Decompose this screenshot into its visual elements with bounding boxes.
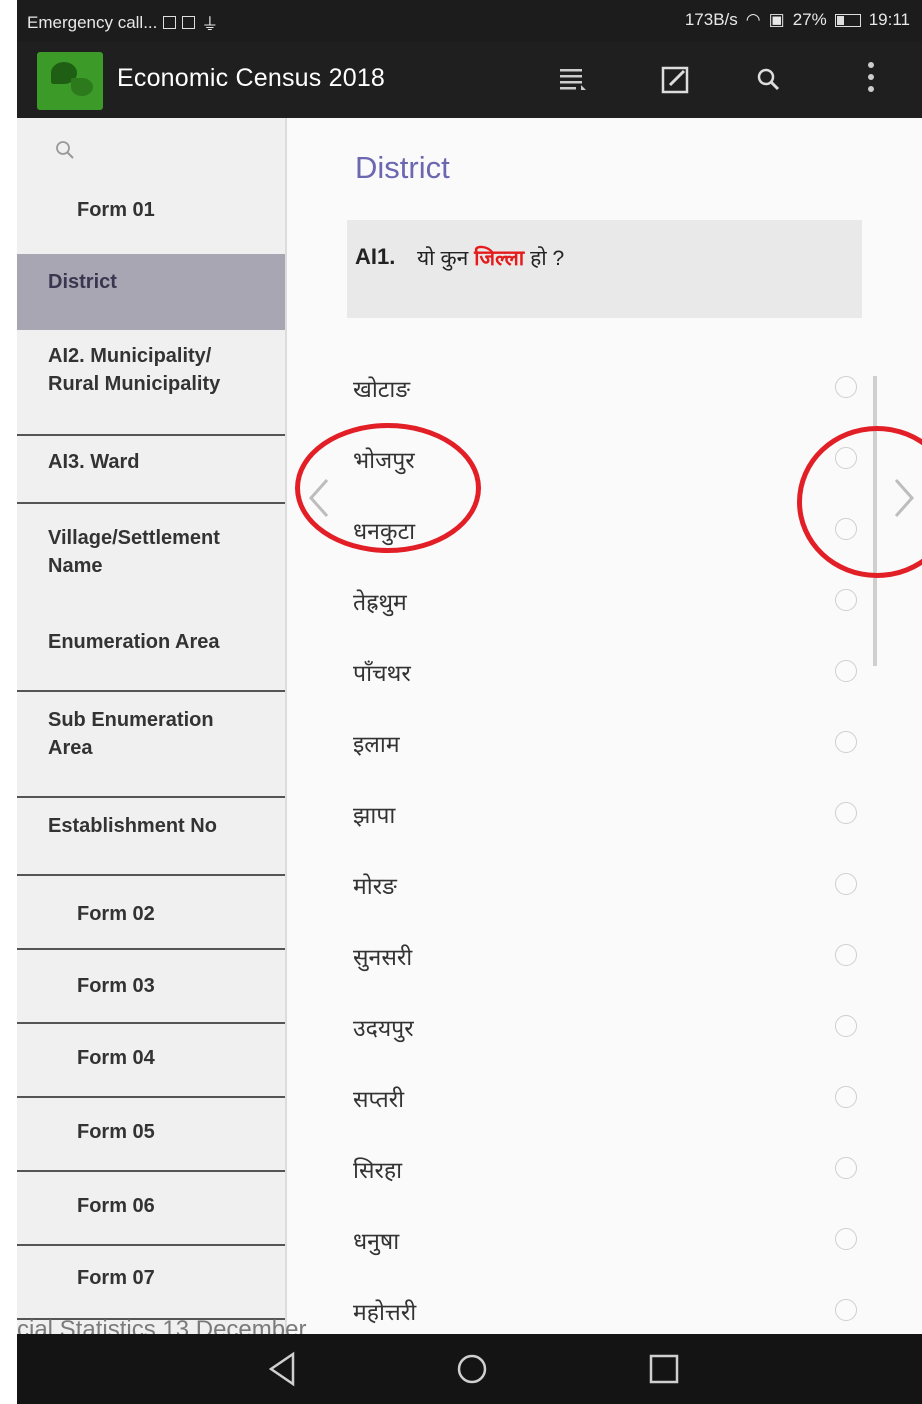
overflow-menu-icon[interactable] (865, 62, 877, 102)
app-title: Economic Census 2018 (117, 64, 386, 92)
notification-text: Emergency call... (27, 12, 158, 32)
sidebar-item-district[interactable]: District (17, 254, 285, 330)
district-option-radio[interactable] (835, 376, 857, 398)
status-bar: Emergency call... ⏚ 173B/s ◠ ▣ 27% 19:11 (17, 0, 922, 42)
question-text-before: यो कुन (417, 247, 475, 270)
clock: 19:11 (868, 10, 910, 29)
recents-icon[interactable] (639, 1344, 689, 1394)
search-icon[interactable] (53, 138, 77, 162)
battery-percent: 27% (792, 10, 827, 29)
question-text-after: हो ? (524, 247, 565, 270)
district-option-radio[interactable] (835, 1157, 857, 1179)
sidebar-item-form-06[interactable]: Form 06 (17, 1172, 285, 1246)
highlight-circle-right (797, 426, 922, 578)
district-option-label[interactable]: पाँचथर (353, 656, 411, 688)
district-option-label[interactable]: उदयपुर (353, 1011, 414, 1043)
highlight-circle-left (295, 423, 481, 553)
home-icon[interactable] (447, 1344, 497, 1394)
sidebar-item-label: Form 02 (77, 903, 155, 925)
district-option-label[interactable]: खोटाङ (353, 372, 410, 404)
district-option-label[interactable]: सुनसरी (353, 940, 412, 972)
district-option-label[interactable]: तेह्रथुम (353, 585, 407, 617)
sidebar-item-form-05[interactable]: Form 05 (17, 1098, 285, 1172)
network-speed: 173B/s (684, 10, 738, 29)
edit-icon[interactable] (657, 62, 693, 98)
status-right: 173B/s ◠ ▣ 27% 19:11 (685, 10, 910, 30)
sidebar-item-label: Sub Enumeration Area (48, 709, 214, 759)
district-option-radio[interactable] (835, 1299, 857, 1321)
sidebar-item-label: AI3. Ward (48, 451, 140, 473)
question-box: AI1. यो कुन जिल्ला हो ? (347, 220, 862, 318)
sidebar-item-enumeration-area[interactable]: Enumeration Area (17, 608, 285, 692)
district-option-radio[interactable] (835, 731, 857, 753)
image-icon (182, 16, 196, 29)
district-option-label[interactable]: सप्तरी (353, 1082, 404, 1114)
sidebar-item-label: AI2. Municipality/ Rural Municipality (48, 345, 221, 395)
sidebar-item-label: Form 04 (77, 1047, 155, 1069)
sidebar-item-form-03[interactable]: Form 03 (17, 950, 285, 1024)
district-option-radio[interactable] (835, 1015, 857, 1037)
wifi-icon: ◠ (745, 10, 761, 29)
main-content: District AI1. यो कुन जिल्ला हो ? खोटाङ भो… (287, 118, 922, 1334)
district-option-radio[interactable] (835, 1086, 857, 1108)
question-text: यो कुन जिल्ला हो ? (417, 244, 564, 272)
sidebar-item-municipality[interactable]: AI2. Municipality/ Rural Municipality (17, 330, 285, 436)
district-option-radio[interactable] (835, 944, 857, 966)
district-option-label[interactable]: मोरङ (353, 869, 397, 901)
district-option-radio[interactable] (835, 873, 857, 895)
notification-icon (163, 16, 177, 29)
sidebar-item-label: Form 05 (77, 1121, 155, 1143)
sim-icon: ▣ (768, 10, 785, 29)
district-option-label[interactable]: झापा (353, 798, 395, 830)
sidebar: Form 01 District AI2. Municipality/ Rura… (17, 118, 287, 1334)
status-left: Emergency call... ⏚ (27, 10, 218, 35)
logo-icon (37, 52, 103, 110)
usb-icon: ⏚ (201, 15, 219, 34)
sidebar-item-form-07[interactable]: Form 07 (17, 1246, 285, 1320)
sidebar-item-ward[interactable]: AI3. Ward (17, 436, 285, 504)
sidebar-item-form-01[interactable]: Form 01 (17, 196, 285, 254)
district-option-label[interactable]: धनुषा (353, 1224, 399, 1256)
question-number: AI1. (355, 244, 396, 269)
district-option-radio[interactable] (835, 589, 857, 611)
district-option-label[interactable]: सिरहा (353, 1153, 402, 1185)
sidebar-item-establishment-no[interactable]: Establishment No (17, 798, 285, 876)
list-icon[interactable] (555, 62, 591, 98)
question-highlight: जिल्ला (474, 247, 525, 270)
district-option-radio[interactable] (835, 802, 857, 824)
district-option-radio[interactable] (835, 660, 857, 682)
sidebar-item-form-04[interactable]: Form 04 (17, 1024, 285, 1098)
sidebar-item-label: District (48, 271, 117, 293)
battery-icon (834, 13, 861, 27)
search-icon[interactable] (751, 62, 787, 98)
phone-screen: Emergency call... ⏚ 173B/s ◠ ▣ 27% 19:11… (17, 0, 922, 1404)
sidebar-item-label: Form 01 (77, 199, 155, 221)
district-option-radio[interactable] (835, 1228, 857, 1250)
district-option-label[interactable]: इलाम (353, 727, 400, 759)
section-title: District (355, 150, 450, 185)
sidebar-item-label: Establishment No (48, 815, 217, 837)
back-icon[interactable] (257, 1344, 307, 1394)
sidebar-item-label: Form 06 (77, 1195, 155, 1217)
navigation-bar (17, 1334, 922, 1404)
sidebar-item-village-settlement[interactable]: Village/Settlement Name (17, 504, 285, 608)
sidebar-item-label: Village/Settlement Name (48, 527, 220, 577)
sidebar-item-sub-enumeration-area[interactable]: Sub Enumeration Area (17, 692, 285, 798)
sidebar-item-label: Enumeration Area (48, 631, 220, 653)
sidebar-item-label: Form 07 (77, 1267, 155, 1289)
sidebar-item-form-02[interactable]: Form 02 (17, 876, 285, 950)
app-bar: Economic Census 2018 (17, 42, 922, 118)
sidebar-item-label: Form 03 (77, 975, 155, 997)
